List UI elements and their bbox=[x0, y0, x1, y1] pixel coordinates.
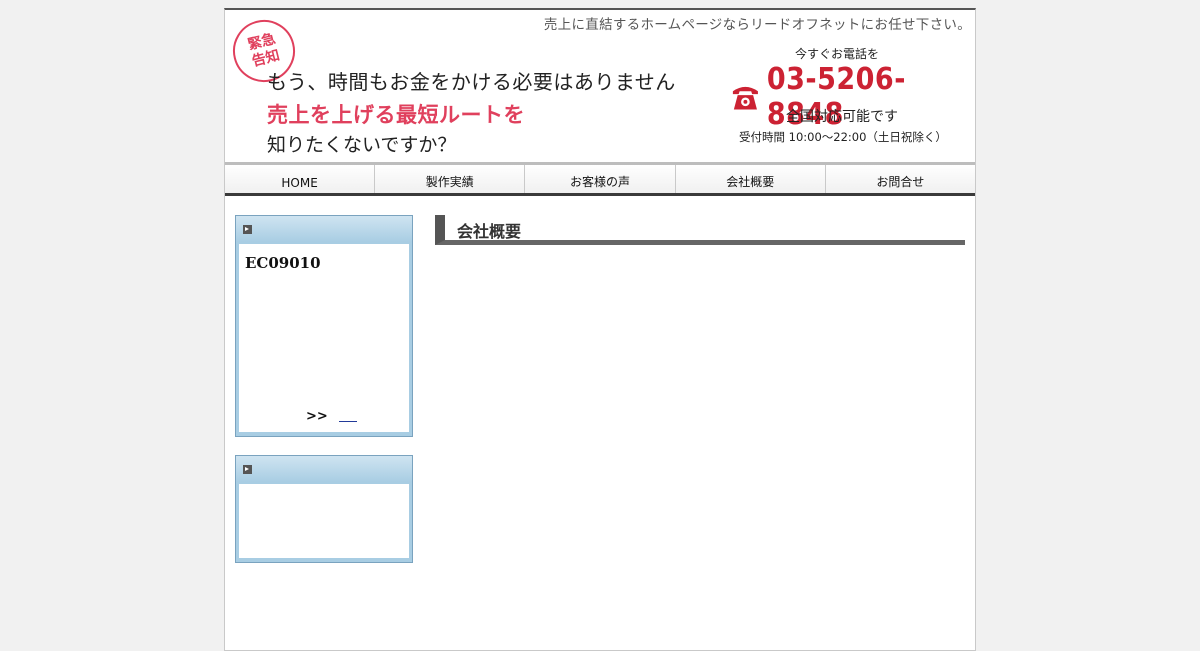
more-link[interactable] bbox=[339, 421, 357, 422]
section-title-text: 会社概要 bbox=[457, 222, 522, 241]
nav-item-testimonials[interactable]: お客様の声 bbox=[525, 165, 676, 193]
nationwide-service-text: 全国対応可能です bbox=[786, 109, 898, 125]
nav-item-contact[interactable]: お問合せ bbox=[826, 165, 975, 193]
business-hours: 受付時間 10:00〜22:00（土日祝除く） bbox=[739, 130, 947, 144]
nav-item-company[interactable]: 会社概要 bbox=[676, 165, 826, 193]
main-navigation: HOME 製作実績 お客様の声 会社概要 お問合せ bbox=[225, 162, 975, 196]
section-heading: 会社概要 bbox=[435, 215, 965, 245]
headline-question: 知りたくないですか？ bbox=[267, 134, 457, 156]
telephone-icon bbox=[732, 86, 758, 110]
headline-highlight: 売上を上げる最短ルートを bbox=[267, 103, 525, 127]
arrow-right-icon bbox=[243, 225, 252, 234]
sidebar-box-2-body bbox=[239, 484, 409, 558]
page-container: 売上に直結するホームページならリードオフネットにお任せ下さい。 緊急 告知 もう… bbox=[224, 8, 976, 651]
sidebar-box-2-header bbox=[236, 456, 412, 482]
more-arrows: >> bbox=[306, 409, 328, 424]
call-now-label: 今すぐお電話を bbox=[795, 47, 880, 61]
header-tagline: 売上に直結するホームページならリードオフネットにお任せ下さい。 bbox=[543, 17, 971, 33]
arrow-right-icon bbox=[243, 465, 252, 474]
product-code: EC09010 bbox=[245, 254, 321, 272]
sidebar-box-2 bbox=[235, 455, 413, 563]
sidebar-box-1-body: EC09010 >> bbox=[239, 244, 409, 432]
nav-item-home[interactable]: HOME bbox=[225, 165, 376, 193]
nav-item-works[interactable]: 製作実績 bbox=[375, 165, 526, 193]
sidebar-box-1: EC09010 >> bbox=[235, 215, 413, 437]
headline-primary: もう、時間もお金をかける必要はありません bbox=[267, 70, 676, 94]
sidebar-box-1-header bbox=[236, 216, 412, 242]
